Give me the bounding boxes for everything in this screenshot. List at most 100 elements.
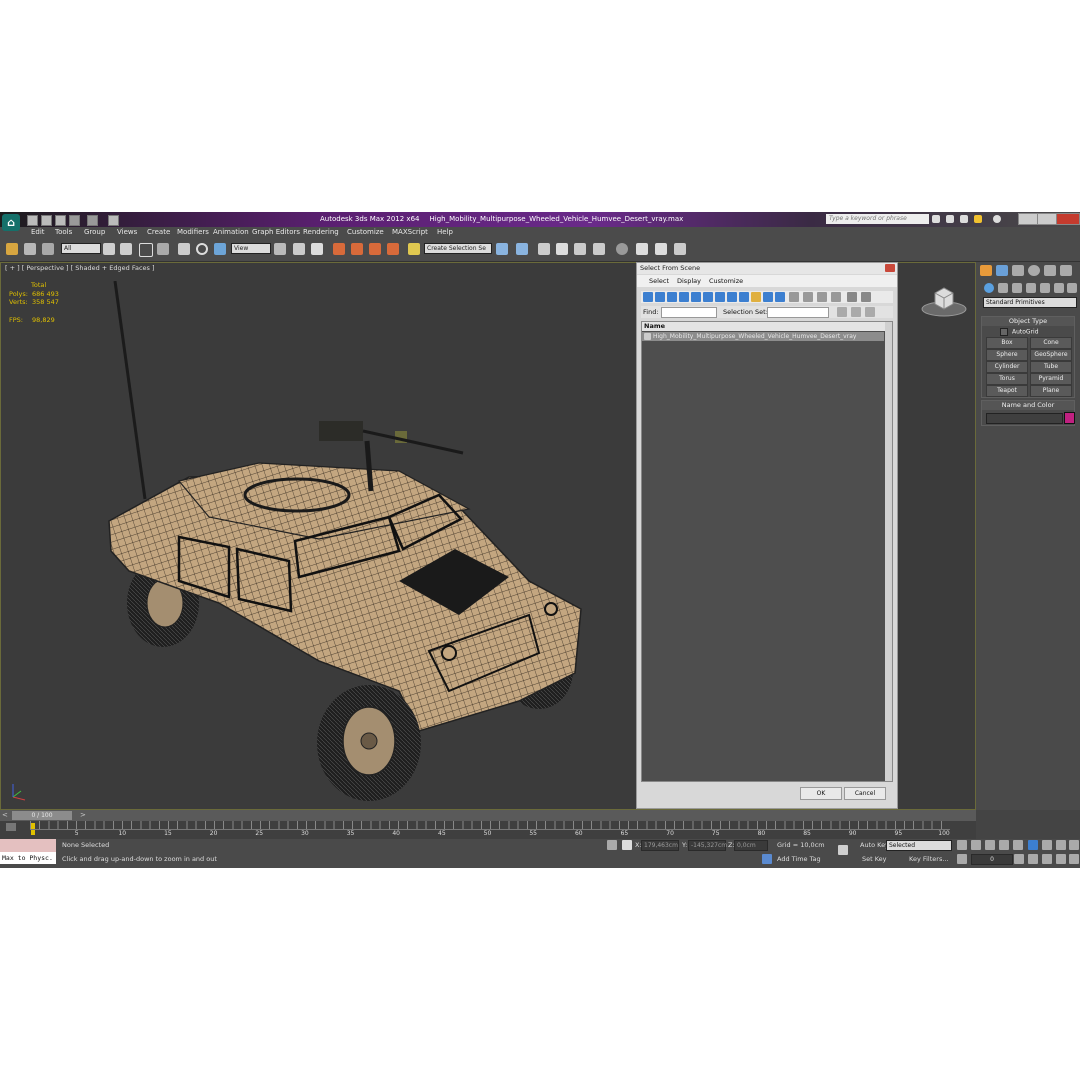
menu-rendering[interactable]: Rendering (303, 228, 339, 236)
select-by-name-icon[interactable] (120, 243, 132, 255)
selection-filter-dropdown[interactable]: All (61, 243, 101, 254)
time-prev-arrow-icon[interactable]: < (2, 811, 8, 819)
selection-lock-icon[interactable] (607, 840, 617, 850)
close-button[interactable] (1056, 213, 1080, 225)
dialog-menu-display[interactable]: Display (677, 277, 701, 285)
display-geometry-icon[interactable] (643, 292, 653, 302)
orbit-icon[interactable] (1056, 854, 1066, 864)
zoom-extents-all-icon[interactable] (1069, 840, 1079, 850)
percent-snap-icon[interactable] (369, 243, 381, 255)
absolute-mode-icon[interactable] (622, 840, 632, 850)
menu-tools[interactable]: Tools (55, 228, 72, 236)
tube-button[interactable]: Tube (1030, 361, 1072, 373)
display-helpers-icon[interactable] (691, 292, 701, 302)
select-and-move-icon[interactable] (178, 243, 190, 255)
display-bones-icon[interactable] (739, 292, 749, 302)
zoom-all-icon[interactable] (1042, 840, 1052, 850)
render-setup-icon[interactable] (636, 243, 648, 255)
set-key-button[interactable]: Set Key (862, 855, 887, 863)
list-scrollbar[interactable] (885, 322, 892, 781)
menu-maxscript[interactable]: MAXScript (392, 228, 428, 236)
find-input[interactable] (661, 307, 717, 318)
utilities-tab-icon[interactable] (1060, 265, 1072, 276)
display-hidden-icon[interactable] (775, 292, 785, 302)
lights-category-icon[interactable] (1012, 283, 1022, 293)
go-to-end-icon[interactable] (1013, 840, 1023, 850)
display-cameras-icon[interactable] (679, 292, 689, 302)
set-key-icon[interactable] (838, 845, 848, 855)
sync-selection-icon[interactable] (861, 292, 871, 302)
scene-object-list[interactable]: Name High_Mobility_Multipurpose_Wheeled_… (641, 321, 893, 782)
pan-view-icon[interactable] (1042, 854, 1052, 864)
display-tab-icon[interactable] (1044, 265, 1056, 276)
next-frame-icon[interactable] (999, 840, 1009, 850)
edit-set-icon[interactable] (851, 307, 861, 317)
zoom-icon[interactable] (1028, 840, 1038, 850)
new-file-icon[interactable] (27, 215, 38, 226)
primitive-type-dropdown[interactable]: Standard Primitives (983, 297, 1077, 308)
display-space-warps-icon[interactable] (703, 292, 713, 302)
autogrid-box[interactable] (1000, 328, 1008, 336)
display-shapes-icon[interactable] (655, 292, 665, 302)
reference-coordinate-dropdown[interactable]: View (231, 243, 271, 254)
menu-modifiers[interactable]: Modifiers (177, 228, 209, 236)
create-tab-icon[interactable] (980, 265, 992, 276)
motion-tab-icon[interactable] (1028, 265, 1040, 276)
maxscript-listener-top[interactable] (0, 839, 56, 852)
display-frozen-icon[interactable] (763, 292, 773, 302)
subscription-icon[interactable] (946, 215, 954, 223)
selection-set-dropdown[interactable] (767, 307, 829, 318)
ok-button[interactable]: OK (800, 787, 842, 800)
help-icon[interactable] (993, 215, 1001, 223)
communication-icon[interactable] (960, 215, 968, 223)
minimize-button[interactable] (1018, 213, 1038, 225)
display-groups-icon[interactable] (715, 292, 725, 302)
key-mode-toggle-icon[interactable] (957, 854, 967, 864)
y-coordinate-field[interactable]: -145,327cm (688, 840, 727, 851)
auto-key-button[interactable]: Auto Key (860, 841, 889, 849)
field-of-view-icon[interactable] (1028, 854, 1038, 864)
create-set-icon[interactable] (837, 307, 847, 317)
menu-help[interactable]: Help (437, 228, 453, 236)
search-icon[interactable] (932, 215, 940, 223)
torus-button[interactable]: Torus (986, 373, 1028, 385)
object-name-input[interactable] (986, 413, 1063, 424)
time-configuration-icon[interactable] (1014, 854, 1024, 864)
autogrid-checkbox[interactable]: AutoGrid (1000, 328, 1039, 336)
list-item[interactable]: High_Mobility_Multipurpose_Wheeled_Vehic… (642, 332, 884, 341)
object-type-title[interactable]: Object Type (982, 317, 1074, 326)
display-xrefs-icon[interactable] (727, 292, 737, 302)
unlink-selection-icon[interactable] (24, 243, 36, 255)
x-coordinate-field[interactable]: 179,463cm (641, 840, 679, 851)
key-filters-button[interactable]: Key Filters... (909, 855, 949, 863)
open-file-icon[interactable] (41, 215, 52, 226)
menu-animation[interactable]: Animation (213, 228, 249, 236)
mirror-icon[interactable] (496, 243, 508, 255)
time-next-arrow-icon[interactable]: > (80, 811, 86, 819)
cameras-category-icon[interactable] (1026, 283, 1036, 293)
humvee-model[interactable] (99, 281, 593, 805)
menu-group[interactable]: Group (84, 228, 105, 236)
graphite-ribbon-icon[interactable] (556, 243, 568, 255)
previous-frame-icon[interactable] (971, 840, 981, 850)
modify-tab-icon[interactable] (996, 265, 1008, 276)
project-folder-icon[interactable] (108, 215, 119, 226)
infocenter-search-input[interactable]: Type a keyword or phrase (826, 214, 929, 224)
key-mode-dropdown[interactable]: Selected (886, 840, 952, 851)
curve-editor-icon[interactable] (574, 243, 586, 255)
plane-button[interactable]: Plane (1030, 385, 1072, 397)
time-tag-icon[interactable] (762, 854, 772, 864)
dialog-menu-select[interactable]: Select (649, 277, 669, 285)
viewcube[interactable] (919, 279, 969, 319)
angle-snap-icon[interactable] (351, 243, 363, 255)
menu-create[interactable]: Create (147, 228, 170, 236)
display-lights-icon[interactable] (667, 292, 677, 302)
delete-set-icon[interactable] (865, 307, 875, 317)
current-frame-field[interactable]: 0 (971, 854, 1013, 865)
shapes-category-icon[interactable] (998, 283, 1008, 293)
select-and-rotate-icon[interactable] (196, 243, 208, 255)
time-slider-thumb[interactable]: 0 / 100 (12, 811, 72, 820)
helpers-category-icon[interactable] (1040, 283, 1050, 293)
maxscript-listener-input[interactable]: Max to Physc. (0, 852, 56, 864)
menu-graph-editors[interactable]: Graph Editors (252, 228, 300, 236)
